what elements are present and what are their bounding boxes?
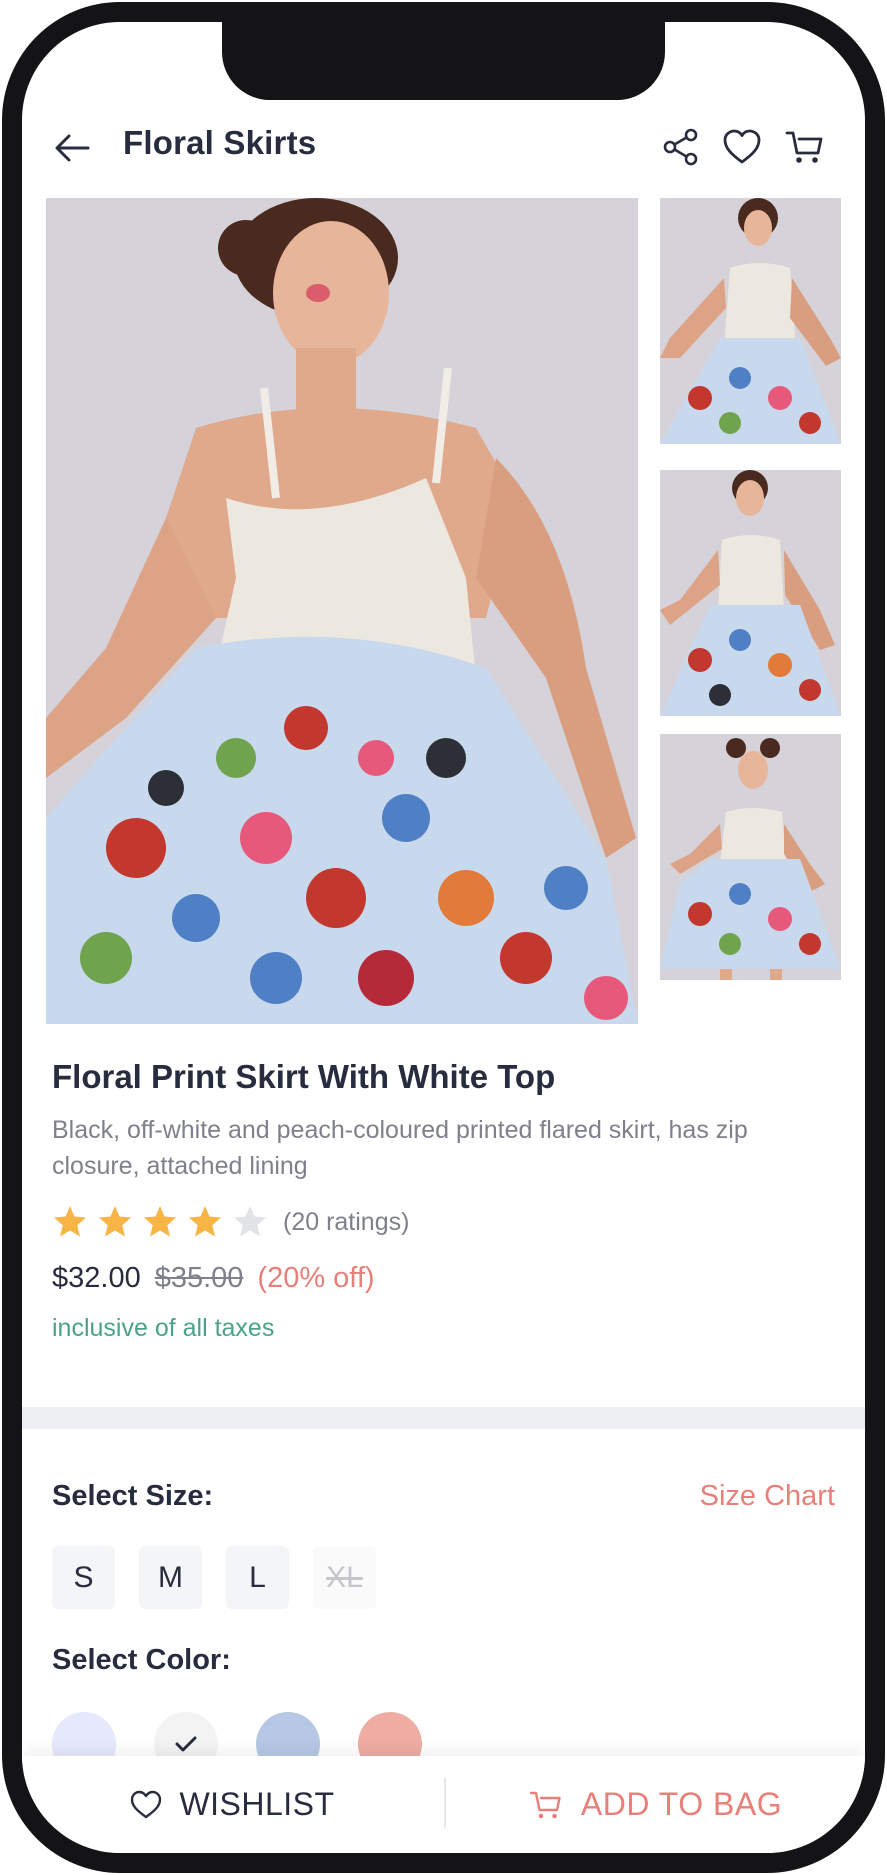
discount-label: (20% off) xyxy=(257,1262,375,1294)
wishlist-button[interactable]: WISHLIST xyxy=(22,1756,442,1853)
device-notch xyxy=(222,22,665,100)
thumbnail-image[interactable] xyxy=(660,734,841,980)
price-row: $32.00 $35.00 (20% off) xyxy=(52,1262,375,1295)
heart-icon xyxy=(723,129,761,164)
wishlist-label: WISHLIST xyxy=(179,1786,335,1822)
size-option-s[interactable]: S xyxy=(52,1546,115,1609)
checkmark-icon xyxy=(175,1736,197,1752)
favorite-button[interactable] xyxy=(721,126,763,168)
phone-frame: Floral Skirts Floral Print Skirt With Wh… xyxy=(2,2,885,1873)
share-icon xyxy=(663,128,698,166)
thumbnail-photo xyxy=(660,198,841,444)
top-app-bar: Floral Skirts xyxy=(22,102,865,192)
cart-icon xyxy=(785,131,823,163)
bottom-action-bar: WISHLIST ADD TO BAG xyxy=(22,1756,865,1853)
cart-button[interactable] xyxy=(784,126,826,168)
original-price: $35.00 xyxy=(154,1262,244,1294)
product-description: Black, off-white and peach-coloured prin… xyxy=(52,1116,748,1180)
back-arrow-icon xyxy=(55,134,90,162)
thumbnail-photo xyxy=(660,470,841,716)
heart-icon xyxy=(131,1790,162,1818)
ratings-count: (20 ratings) xyxy=(283,1207,410,1236)
size-option-xl: XL xyxy=(313,1546,376,1609)
add-to-bag-label: ADD TO BAG xyxy=(580,1786,783,1822)
section-divider xyxy=(22,1407,865,1429)
share-button[interactable] xyxy=(660,126,702,168)
star-filled-icon xyxy=(189,1206,221,1237)
add-to-bag-button[interactable]: ADD TO BAG xyxy=(446,1756,865,1853)
size-chart-link[interactable]: Size Chart xyxy=(700,1480,835,1513)
star-filled-icon xyxy=(54,1206,86,1237)
select-size-label: Select Size: xyxy=(52,1480,214,1512)
rating-row: (20 ratings) xyxy=(52,1202,409,1242)
select-color-label: Select Color: xyxy=(52,1644,231,1676)
selling-price: $32.00 xyxy=(52,1262,141,1294)
size-option-l[interactable]: L xyxy=(226,1546,289,1609)
size-option-m[interactable]: M xyxy=(139,1546,202,1609)
main-product-image[interactable] xyxy=(46,198,638,1024)
size-options: S M L XL xyxy=(52,1546,376,1609)
app-screen: Floral Skirts Floral Print Skirt With Wh… xyxy=(22,22,865,1853)
page-title: Floral Skirts xyxy=(123,124,317,161)
tax-note: inclusive of all taxes xyxy=(52,1314,275,1342)
thumbnail-image[interactable] xyxy=(660,198,841,444)
model-photo xyxy=(46,198,638,1024)
star-filled-icon xyxy=(144,1206,176,1237)
thumbnail-image[interactable] xyxy=(660,470,841,716)
thumbnail-photo xyxy=(660,734,841,980)
star-empty-icon xyxy=(234,1206,266,1237)
cart-icon xyxy=(529,1791,561,1818)
product-title: Floral Print Skirt With White Top xyxy=(52,1058,556,1095)
back-button[interactable] xyxy=(52,128,92,168)
star-filled-icon xyxy=(99,1206,131,1237)
